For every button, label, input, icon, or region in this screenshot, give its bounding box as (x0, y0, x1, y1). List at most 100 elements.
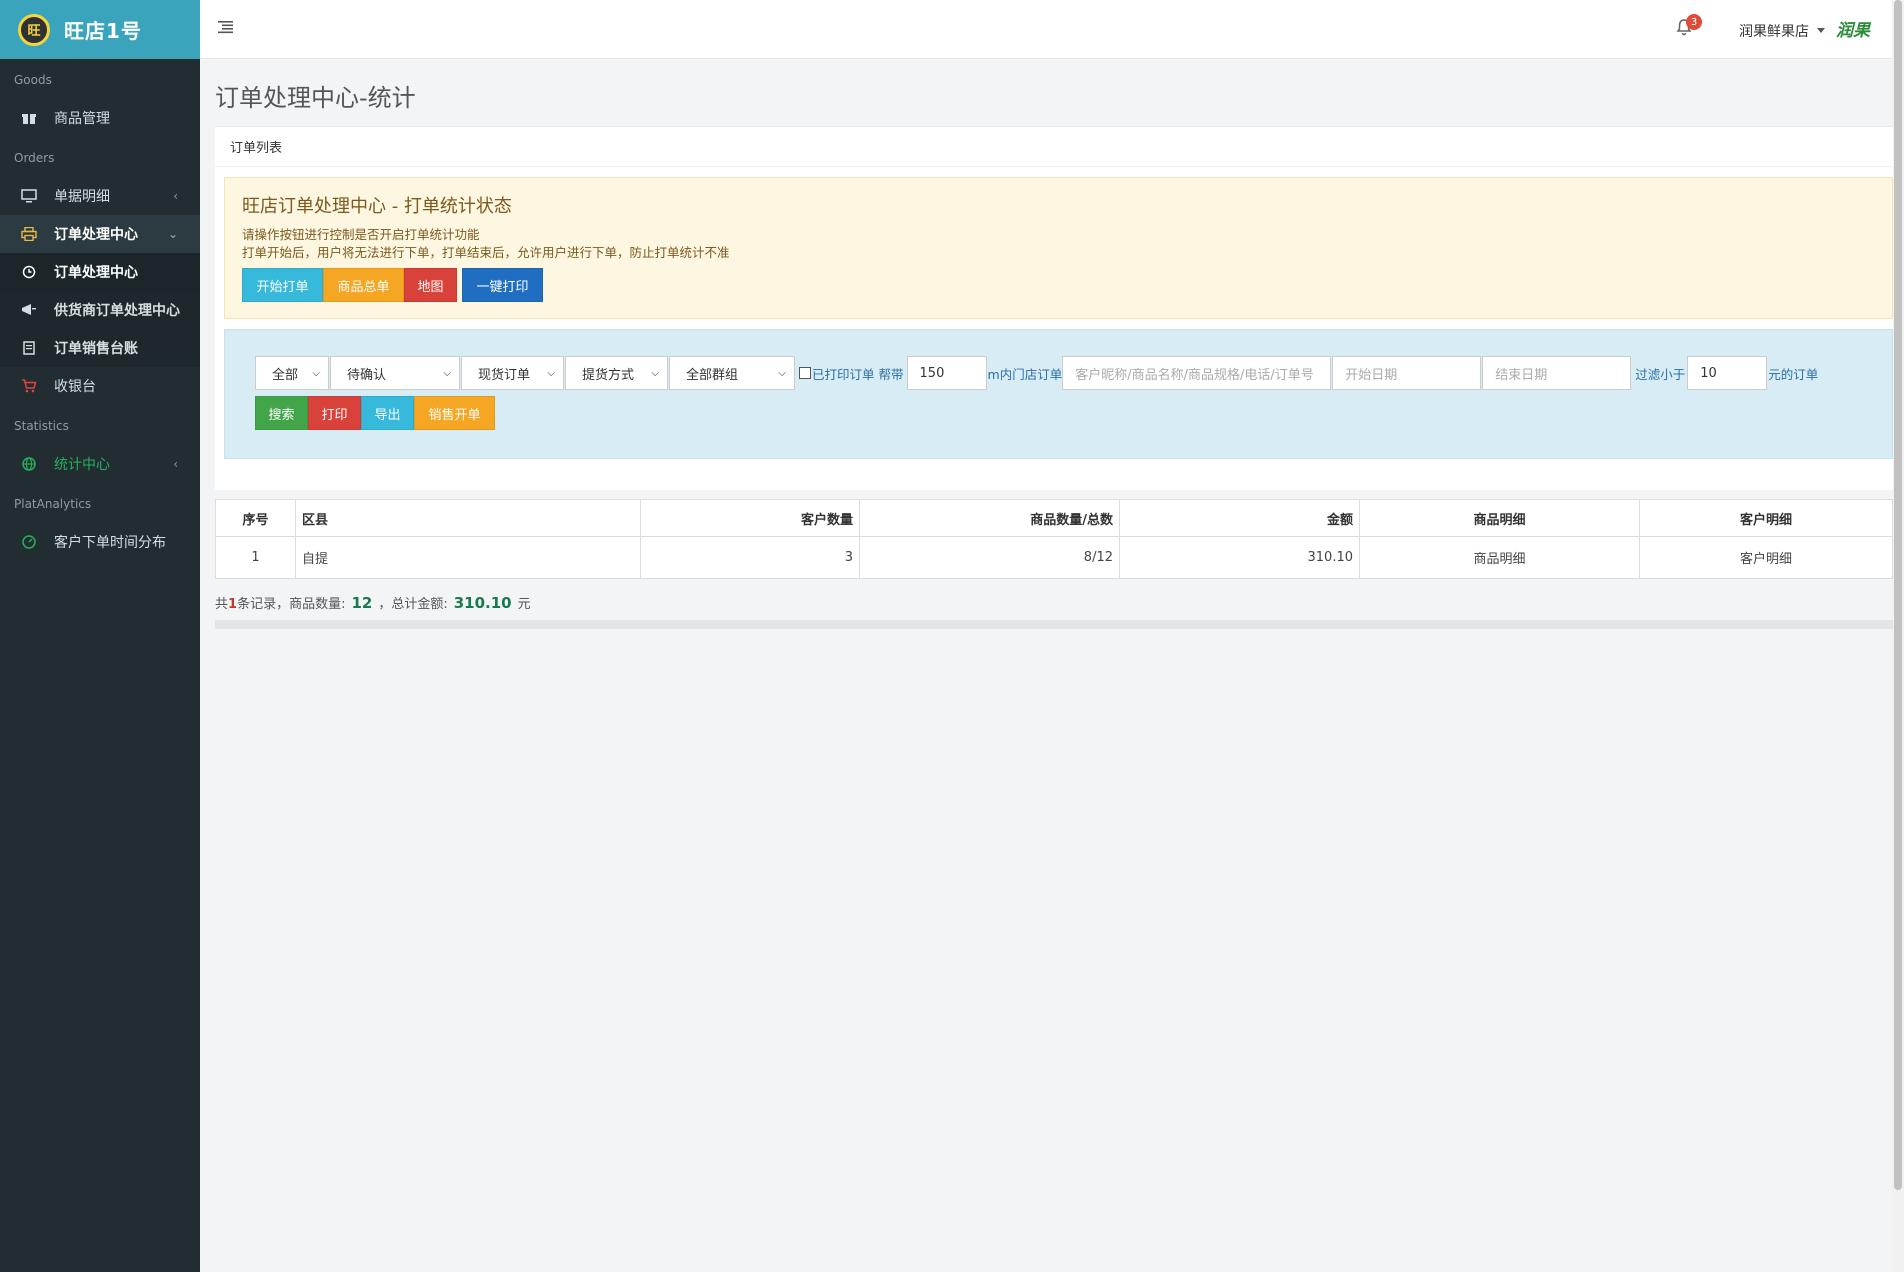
cart-icon (20, 378, 38, 394)
printer-icon (20, 226, 38, 242)
table-cell: 3 (640, 536, 860, 579)
horizontal-scrollbar[interactable] (215, 620, 1893, 629)
brand-logo: 旺 (18, 13, 50, 46)
total-quantity: 12 (351, 594, 373, 612)
end-date-input[interactable]: 结束日期 (1482, 356, 1632, 390)
sidebar-item-label: 供货商订单处理中心 (54, 303, 180, 319)
sidebar-item-sales-ledger[interactable]: 订单销售台账 (0, 329, 200, 367)
nav-header-orders: Orders (14, 151, 55, 165)
sidebar-item-document-details[interactable]: 单据明细 ‹ (0, 177, 200, 215)
ledger-icon (20, 340, 38, 356)
table-cell: 1 (215, 536, 296, 579)
sidebar-item-label: 统计中心 (54, 457, 110, 473)
store-logo: 润果 (1836, 21, 1870, 41)
sidebar-item-label: 订单销售台账 (54, 341, 138, 357)
column-header: 商品数量/总数 (859, 499, 1120, 537)
customer-detail-link[interactable]: 客户明细 (1639, 536, 1893, 579)
store-name-dropdown[interactable]: 润果鲜果店 (1739, 21, 1809, 41)
select-value: 全部群组 (686, 367, 739, 383)
sidebar-item-statistics-center[interactable]: 统计中心 ‹ (0, 445, 200, 483)
summary-unit: 元 (517, 597, 531, 612)
nav-header-goods: Goods (14, 73, 52, 87)
callout-title: 旺店订单处理中心 - 打单统计状态 (242, 196, 512, 217)
sidebar-item-goods-management[interactable]: 商品管理 (0, 99, 200, 137)
group-select[interactable]: 全部群组 ⌵ (669, 356, 795, 390)
speedometer-icon (20, 534, 38, 550)
column-header: 金额 (1119, 499, 1360, 537)
sidebar-item-order-time-distribution[interactable]: 客户下单时间分布 (0, 523, 200, 561)
filter-suffix-label: 元的订单 (1768, 366, 1819, 382)
chevron-left-icon: ‹ (173, 189, 178, 203)
printed-orders-checkbox[interactable] (799, 367, 811, 379)
map-button[interactable]: 地图 (404, 268, 457, 302)
sidebar-item-supplier-orders[interactable]: 供货商订单处理中心 (0, 291, 200, 329)
sidebar-item-order-center[interactable]: 订单处理中心 ⌄ (0, 215, 200, 253)
summary-mid: 条记录，商品数量: (237, 597, 346, 612)
column-header: 商品明细 (1359, 499, 1640, 537)
help-distance-input[interactable]: 150 (906, 356, 987, 390)
printed-orders-label: 已打印订单 (812, 366, 875, 382)
min-amount-input[interactable]: 10 (1687, 356, 1768, 390)
nav-header-statistics: Statistics (14, 419, 69, 433)
clock-icon (20, 264, 38, 280)
chevron-down-icon: ⌵ (778, 367, 786, 379)
chevron-down-icon: ⌄ (167, 227, 178, 241)
start-print-button[interactable]: 开始打单 (242, 268, 323, 302)
goods-detail-link[interactable]: 商品明细 (1359, 536, 1640, 579)
help-label: 帮带 (878, 366, 904, 382)
callout-buttons: 开始打单 商品总单 地图 一键打印 (242, 268, 1892, 302)
sidebar: 旺 旺店1号 Goods 商品管理 Orders 单据明细 ‹ 订单处理中心 ⌄… (0, 0, 200, 1272)
menu-toggle-icon[interactable] (218, 20, 234, 34)
sidebar-item-label: 收银台 (54, 379, 96, 395)
search-input[interactable]: 客户昵称/商品名称/商品规格/电话/订单号 (1062, 356, 1332, 390)
table-cell: 8/12 (859, 536, 1120, 579)
region-select[interactable]: 全部 ⌵ (255, 356, 329, 390)
globe-icon (20, 456, 38, 472)
sidebar-item-order-center-sub[interactable]: 订单处理中心 (0, 253, 200, 291)
total-amount: 310.10 (453, 594, 512, 612)
pickup-method-select[interactable]: 提货方式 ⌵ (565, 356, 668, 390)
print-status-callout: 旺店订单处理中心 - 打单统计状态 请操作按钮进行控制是否开启打单统计功能 打单… (224, 177, 1893, 319)
goods-summary-button[interactable]: 商品总单 (323, 268, 404, 302)
order-type-select[interactable]: 现货订单 ⌵ (461, 356, 564, 390)
table-cell: 310.10 (1119, 536, 1360, 579)
export-button[interactable]: 导出 (361, 396, 414, 430)
radius-label: m内门店订单 (987, 366, 1063, 382)
page-title: 订单处理中心-统计 (215, 84, 416, 112)
one-click-print-button[interactable]: 一键打印 (462, 268, 543, 302)
sidebar-item-label: 订单处理中心 (54, 227, 138, 243)
select-value: 现货订单 (478, 367, 531, 383)
summary-mid2: ，总计金额: (378, 597, 448, 612)
chevron-left-icon: ‹ (173, 457, 178, 471)
filter-row: 全部 ⌵ 待确认 ⌵ 现货订单 ⌵ 提货方式 ⌵ 全部群组 ⌵ 已打印订单 帮带 150 … (255, 356, 1892, 390)
select-value: 全部 (272, 367, 299, 383)
start-date-input[interactable]: 开始日期 (1332, 356, 1482, 390)
gift-icon (20, 110, 38, 126)
select-value: 待确认 (347, 367, 387, 383)
chevron-down-icon: ⌵ (651, 367, 659, 379)
column-header: 客户明细 (1639, 499, 1893, 537)
box-header: 订单列表 (215, 127, 1893, 167)
search-button[interactable]: 搜索 (255, 396, 308, 430)
column-header: 客户数量 (640, 499, 860, 537)
megaphone-icon (20, 302, 38, 318)
status-select[interactable]: 待确认 ⌵ (330, 356, 460, 390)
callout-line1: 请操作按钮进行控制是否开启打单统计功能 (242, 227, 480, 242)
sidebar-item-label: 单据明细 (54, 189, 110, 205)
notification-badge: 3 (1686, 14, 1702, 30)
chevron-down-icon: ⌵ (443, 367, 451, 379)
sidebar-item-label: 客户下单时间分布 (54, 535, 166, 551)
table-header-row: 序号 区县 客户数量 商品数量/总数 金额 商品明细 客户明细 (215, 499, 1893, 537)
page-scrollbar[interactable] (1892, 0, 1904, 1272)
brand[interactable]: 旺 旺店1号 (0, 0, 200, 59)
summary-prefix: 共 (215, 597, 229, 612)
callout-line2: 打单开始后，用户将无法进行下单，打单结束后，允许用户进行下单，防止打单统计不准 (242, 245, 730, 260)
scrollbar-thumb[interactable] (1894, 0, 1902, 1190)
caret-down-icon[interactable] (1817, 28, 1825, 33)
table-row: 1 自提 3 8/12 310.10 商品明细 客户明细 (215, 536, 1893, 579)
print-button[interactable]: 打印 (308, 396, 361, 430)
topbar: 3 润果鲜果店 润果 (200, 0, 1904, 59)
sidebar-item-label: 订单处理中心 (54, 265, 138, 281)
sidebar-item-cashier[interactable]: 收银台 (0, 367, 200, 405)
sales-order-button[interactable]: 销售开单 (414, 396, 495, 430)
